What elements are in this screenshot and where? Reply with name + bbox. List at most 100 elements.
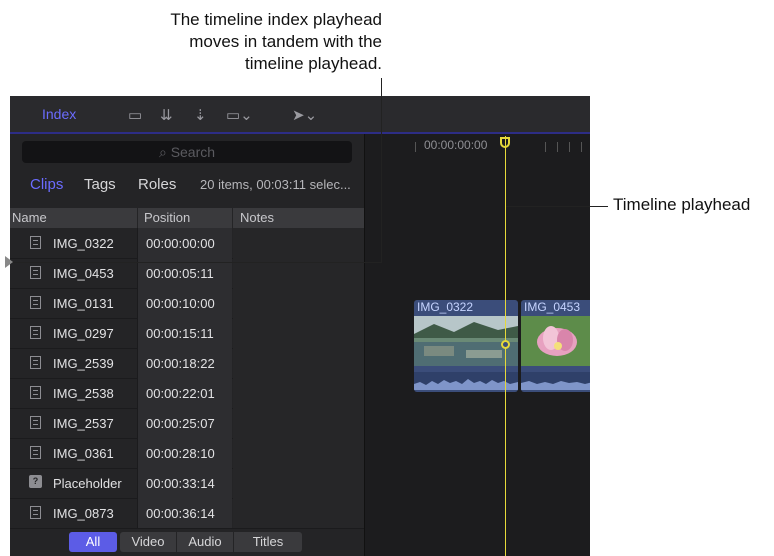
column-divider xyxy=(137,208,138,228)
select-tool-icon[interactable]: ➤⌄ xyxy=(292,106,317,124)
callout-line-2: moves in tandem with the xyxy=(189,32,382,51)
role-filter-tabs: All Video Audio Titles xyxy=(10,530,364,556)
tab-titles[interactable]: Titles xyxy=(234,532,302,552)
clip-name: IMG_0297 xyxy=(53,326,114,341)
insert-clip-icon[interactable]: ⇊ xyxy=(160,106,173,124)
position-cell: 00:00:22:01 xyxy=(138,378,232,408)
table-row[interactable]: IMG_0361 00:00:28:10 xyxy=(10,438,364,469)
position-cell: 00:00:18:22 xyxy=(138,348,232,378)
film-icon xyxy=(30,446,41,459)
overwrite-clip-icon[interactable]: ▭⌄ xyxy=(226,106,253,124)
callout-line-1: The timeline index playhead xyxy=(170,10,382,29)
leader-line xyxy=(506,206,608,207)
clip-position: 00:00:15:11 xyxy=(146,326,214,341)
column-header: Name Position Notes xyxy=(10,208,364,228)
ruler-tick xyxy=(581,142,582,152)
clip-position: 00:00:25:07 xyxy=(146,416,215,431)
search-placeholder: Search xyxy=(170,144,216,160)
position-cell: 00:00:00:00 xyxy=(138,228,232,258)
notes-cell[interactable] xyxy=(233,498,364,528)
clip-position: 00:00:00:00 xyxy=(146,236,215,251)
tab-audio[interactable]: Audio xyxy=(177,532,233,552)
clip-name: IMG_2539 xyxy=(53,356,114,371)
tab-roles[interactable]: Roles xyxy=(138,176,176,193)
tab-clips[interactable]: Clips xyxy=(30,176,63,193)
ruler-timecode: 00:00:00:00 xyxy=(424,138,488,152)
clip-position: 00:00:18:22 xyxy=(146,356,215,371)
notes-cell[interactable] xyxy=(233,408,364,438)
table-row[interactable]: IMG_0322 00:00:00:00 xyxy=(10,228,364,259)
table-row[interactable]: IMG_2538 00:00:22:01 xyxy=(10,378,364,409)
position-cell: 00:00:10:00 xyxy=(138,288,232,318)
index-button[interactable]: Index xyxy=(42,106,76,122)
clip-name: IMG_0131 xyxy=(53,296,114,311)
audio-waveform xyxy=(521,372,590,390)
film-icon xyxy=(30,506,41,519)
clip-position: 00:00:36:14 xyxy=(146,506,215,521)
clip-thumbnail xyxy=(521,316,590,366)
notes-cell[interactable] xyxy=(233,228,364,258)
tab-all[interactable]: All xyxy=(69,532,117,552)
table-row[interactable]: IMG_0873 00:00:36:14 xyxy=(10,498,364,529)
notes-cell[interactable] xyxy=(233,438,364,468)
selection-info: 20 items, 00:03:11 selec... xyxy=(200,177,351,192)
clip-position: 00:00:05:11 xyxy=(146,266,214,281)
table-row[interactable]: IMG_2537 00:00:25:07 xyxy=(10,408,364,439)
audio-waveform xyxy=(414,372,518,390)
column-name[interactable]: Name xyxy=(12,208,47,228)
timeline-index: ⌕ Search Clips Tags Roles 20 items, 00:0… xyxy=(10,134,365,556)
clip-position: 00:00:28:10 xyxy=(146,446,215,461)
clip-name: IMG_2537 xyxy=(53,416,114,431)
clip-position: 00:00:22:01 xyxy=(146,386,215,401)
clip-name: IMG_0873 xyxy=(53,506,114,521)
film-icon xyxy=(30,326,41,339)
timeline-ruler[interactable]: 00:00:00:00 xyxy=(365,134,590,156)
leader-line xyxy=(381,78,382,263)
timeline[interactable]: 00:00:00:00 IMG_0322 IMG_0453 xyxy=(365,134,590,556)
clip-name: Placeholder xyxy=(53,476,122,491)
clip-name: IMG_0322 xyxy=(53,236,114,251)
ruler-tick xyxy=(545,142,546,152)
film-icon xyxy=(30,416,41,429)
table-row[interactable]: IMG_2539 00:00:18:22 xyxy=(10,348,364,379)
notes-cell[interactable] xyxy=(233,318,364,348)
notes-cell[interactable] xyxy=(233,288,364,318)
tab-tags[interactable]: Tags xyxy=(84,176,116,193)
ruler-tick xyxy=(415,142,416,152)
position-cell: 00:00:33:14 xyxy=(138,468,232,498)
table-row[interactable]: IMG_0297 00:00:15:11 xyxy=(10,318,364,349)
position-cell: 00:00:25:07 xyxy=(138,408,232,438)
table-row[interactable]: IMG_0131 00:00:10:00 xyxy=(10,288,364,319)
notes-cell[interactable] xyxy=(233,348,364,378)
tab-video[interactable]: Video xyxy=(120,532,176,552)
clip-position: 00:00:33:14 xyxy=(146,476,215,491)
position-cell: 00:00:36:14 xyxy=(138,498,232,528)
film-icon xyxy=(30,356,41,369)
notes-cell[interactable] xyxy=(233,378,364,408)
toolbar: Index ▭ ⇊ ⇣ ▭⌄ ➤⌄ xyxy=(10,96,590,134)
placeholder-icon: ? xyxy=(29,475,42,488)
film-icon xyxy=(30,266,41,279)
table-row[interactable]: ? Placeholder 00:00:33:14 xyxy=(10,468,364,499)
column-position[interactable]: Position xyxy=(144,208,190,228)
column-notes[interactable]: Notes xyxy=(240,208,274,228)
connect-clip-icon[interactable]: ▭ xyxy=(128,106,142,124)
clip-label: IMG_0453 xyxy=(524,300,581,314)
notes-cell[interactable] xyxy=(233,468,364,498)
timeline-clip[interactable]: IMG_0453 xyxy=(521,300,590,392)
playhead-skimmer-dot xyxy=(501,340,510,349)
film-icon xyxy=(30,236,41,249)
leader-line xyxy=(13,262,381,263)
film-icon xyxy=(30,386,41,399)
position-cell: 00:00:28:10 xyxy=(138,438,232,468)
append-clip-icon[interactable]: ⇣ xyxy=(194,106,207,124)
callout-timeline-playhead: Timeline playhead xyxy=(613,195,751,214)
playhead-handle-icon[interactable] xyxy=(500,137,510,148)
search-icon: ⌕ xyxy=(158,144,171,160)
film-icon xyxy=(30,296,41,309)
clip-label: IMG_0322 xyxy=(417,300,474,314)
search-field[interactable]: ⌕ Search xyxy=(22,141,352,163)
clip-name: IMG_2538 xyxy=(53,386,114,401)
ruler-tick xyxy=(569,142,570,152)
clip-name: IMG_0361 xyxy=(53,446,114,461)
